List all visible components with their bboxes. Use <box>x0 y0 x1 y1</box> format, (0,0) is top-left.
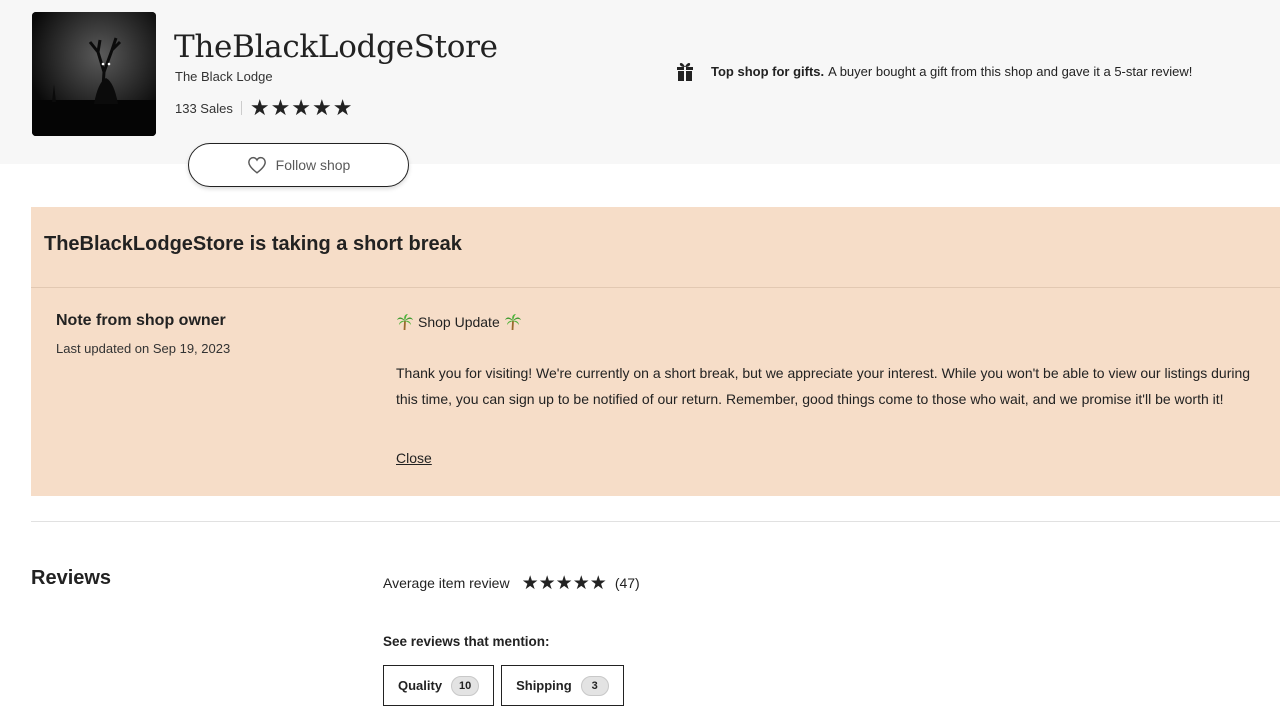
shop-avatar-image <box>32 12 156 136</box>
chip-label: Quality <box>398 678 443 693</box>
divider <box>240 101 242 115</box>
heart-icon <box>247 156 266 174</box>
star-icon: ★ <box>312 95 332 120</box>
chip-count-badge: 3 <box>580 675 609 696</box>
shop-update-label: Shop Update <box>418 314 500 330</box>
follow-shop-label: Follow shop <box>275 157 351 173</box>
review-count: (47) <box>614 575 640 591</box>
review-mention-chips: Quality 10 Shipping 3 <box>383 665 631 706</box>
shop-avatar[interactable] <box>32 12 156 136</box>
star-icon: ★ <box>538 572 556 594</box>
average-review-label: Average item review <box>383 575 510 591</box>
shop-update-heading: Shop Update <box>396 313 522 331</box>
star-icon: ★ <box>270 95 291 120</box>
mention-chip-quality[interactable]: Quality 10 <box>383 665 495 706</box>
shop-subtitle: The Black Lodge <box>175 69 273 84</box>
sales-count: 133 Sales <box>175 100 233 116</box>
divider <box>31 287 1280 288</box>
gift-icon <box>677 62 693 81</box>
average-item-review: Average item review ★ ★ ★ ★ ★ (47) <box>383 572 640 594</box>
follow-shop-button[interactable]: Follow shop <box>188 143 409 187</box>
shop-break-notice: TheBlackLodgeStore is taking a short bre… <box>31 207 1280 496</box>
palm-tree-icon <box>397 314 413 331</box>
shop-rating[interactable]: ★ ★ ★ ★ ★ <box>250 97 354 119</box>
average-rating-stars: ★ ★ ★ ★ ★ <box>522 574 607 593</box>
note-last-updated: Last updated on Sep 19, 2023 <box>56 341 231 356</box>
star-icon: ★ <box>291 95 312 120</box>
star-icon: ★ <box>555 572 573 594</box>
star-icon: ★ <box>572 572 590 594</box>
star-icon: ★ <box>589 572 607 594</box>
close-link[interactable]: Close <box>396 450 432 466</box>
review-mentions-label: See reviews that mention: <box>383 634 550 649</box>
section-divider <box>31 521 1280 522</box>
shop-stats: 133 Sales ★ ★ ★ ★ ★ <box>175 97 354 119</box>
star-icon: ★ <box>332 95 353 120</box>
chip-count-badge: 10 <box>451 675 480 696</box>
reviews-heading: Reviews <box>31 567 112 589</box>
note-title: Note from shop owner <box>56 312 226 329</box>
shop-update-message: Thank you for visiting! We're currently … <box>396 365 1251 407</box>
break-title: TheBlackLodgeStore is taking a short bre… <box>44 233 462 255</box>
gift-badge-text: A buyer bought a gift from this shop and… <box>828 63 1193 79</box>
top-shop-badge: Top shop for gifts. A buyer bought a gif… <box>676 60 1192 82</box>
star-icon: ★ <box>521 572 539 594</box>
chip-label: Shipping <box>516 678 572 693</box>
star-icon: ★ <box>249 95 270 120</box>
palm-tree-icon <box>504 314 521 331</box>
mention-chip-shipping[interactable]: Shipping 3 <box>501 665 624 706</box>
gift-badge-title: Top shop for gifts. <box>711 63 825 79</box>
shop-name: TheBlackLodgeStore <box>174 29 498 65</box>
